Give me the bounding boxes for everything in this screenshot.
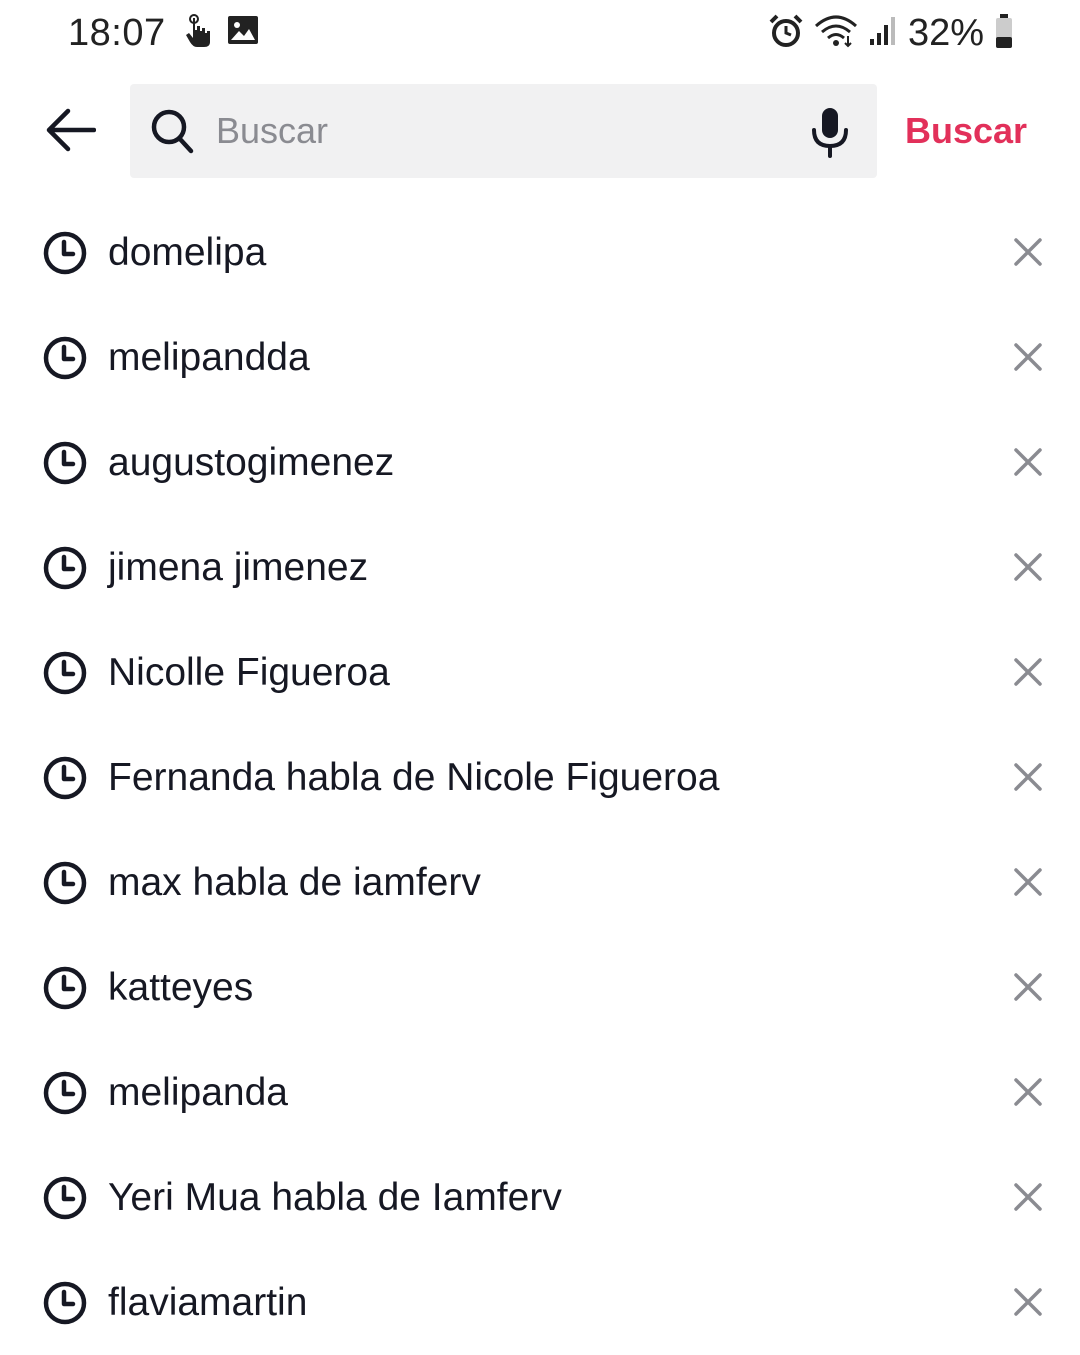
clock-icon [42,1175,88,1226]
history-item-label: Yeri Mua habla de Iamferv [108,1175,562,1219]
history-item[interactable]: flaviamartin [0,1250,1080,1355]
close-icon[interactable] [1008,652,1048,692]
clock-icon [42,1070,88,1121]
history-item-label: augustogimenez [108,440,395,484]
microphone-icon[interactable] [810,106,850,163]
close-icon[interactable] [1008,547,1048,587]
close-icon[interactable] [1008,967,1048,1007]
history-item-label: melipanda [108,1070,288,1114]
search-input[interactable] [216,84,796,178]
clock-icon [42,440,88,491]
history-item-label: jimena jimenez [108,545,369,589]
search-box[interactable] [130,84,877,178]
history-item[interactable]: domelipa [0,200,1080,305]
close-icon[interactable] [1008,442,1048,482]
clock-icon [42,545,88,596]
close-icon[interactable] [1008,1177,1048,1217]
history-item-label: max habla de iamferv [108,860,481,904]
history-item-label: domelipa [108,230,267,274]
search-bar: Buscar [0,84,1080,178]
battery-icon [994,13,1014,54]
clock-icon [42,965,88,1016]
history-item[interactable]: max habla de iamferv [0,830,1080,935]
history-item-label: Nicolle Figueroa [108,650,390,694]
signal-icon [868,15,898,52]
clock-icon [42,650,88,701]
history-item[interactable]: Nicolle Figueroa [0,620,1080,725]
image-icon [226,14,260,55]
close-icon[interactable] [1008,1072,1048,1112]
search-submit-button[interactable]: Buscar [905,84,1027,178]
history-item-label: flaviamartin [108,1280,308,1324]
status-time: 18:07 [68,12,166,54]
clock-icon [42,1280,88,1331]
history-item[interactable]: augustogimenez [0,410,1080,515]
clock-icon [42,755,88,806]
arrow-left-icon [44,107,97,158]
history-item[interactable]: katteyes [0,935,1080,1040]
history-item-label: Fernanda habla de Nicole Figueroa [108,755,720,799]
clock-icon [42,860,88,911]
alarm-icon [768,13,804,54]
close-icon[interactable] [1008,337,1048,377]
clock-icon [42,230,88,281]
close-icon[interactable] [1008,757,1048,797]
wifi-icon [814,14,858,53]
status-bar: 18:07 32% [0,0,1080,70]
clock-icon [42,335,88,386]
history-item-label: melipandda [108,335,310,379]
history-item-label: katteyes [108,965,254,1009]
close-icon[interactable] [1008,862,1048,902]
search-history-list: domelipa melipandda augustogimenez jimena j… [0,200,1080,1355]
history-item[interactable]: Fernanda habla de Nicole Figueroa [0,725,1080,830]
close-icon[interactable] [1008,1282,1048,1322]
touch-icon [184,14,212,55]
battery-percent: 32% [907,12,984,54]
history-item[interactable]: melipanda [0,1040,1080,1145]
history-item[interactable]: melipandda [0,305,1080,410]
back-button[interactable] [40,102,100,162]
search-icon [150,108,194,159]
history-item[interactable]: jimena jimenez [0,515,1080,620]
history-item[interactable]: Yeri Mua habla de Iamferv [0,1145,1080,1250]
close-icon[interactable] [1008,232,1048,272]
